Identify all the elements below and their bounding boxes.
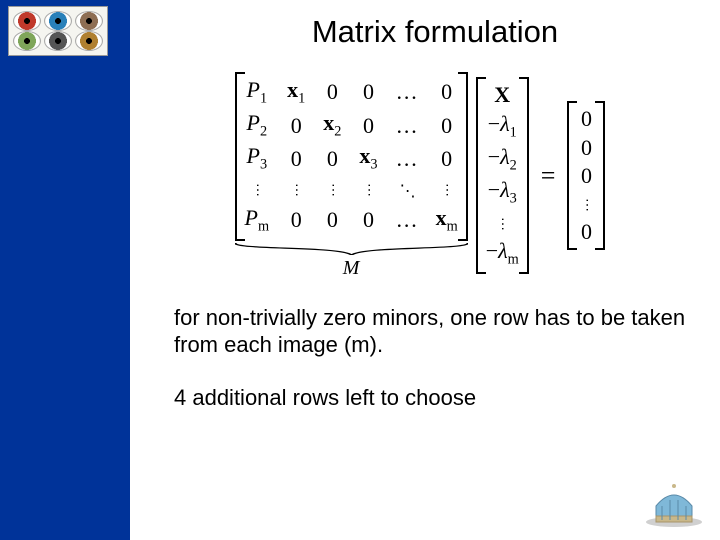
matrix-cell: −λ1 [488, 112, 517, 141]
matrix-cell: 0 [287, 114, 305, 138]
matrix-cell: 0 [287, 208, 305, 232]
matrix-cell: 0 [438, 147, 456, 171]
matrix-cell: 0 [323, 80, 341, 104]
matrix-cell: 0 [577, 164, 595, 188]
matrix-cell: 0 [323, 208, 341, 232]
matrix-cell: 0 [360, 80, 378, 104]
matrix-cell: ⋯ [360, 177, 378, 201]
matrix-cell: … [396, 208, 418, 232]
matrix-cell: 0 [577, 136, 595, 160]
matrix-cell: 0 [438, 80, 456, 104]
equals-sign: = [537, 161, 560, 191]
matrix-cell: P1 [247, 78, 268, 107]
matrix-cell: xm [436, 206, 458, 235]
matrix-cell: x1 [287, 78, 305, 107]
matrix-cell: … [396, 114, 418, 138]
matrix-cell: 0 [287, 147, 305, 171]
matrix-cell: ⋯ [323, 177, 341, 201]
matrix-cell: P3 [247, 144, 268, 173]
paragraph-additional-rows: 4 additional rows left to choose [154, 385, 696, 411]
matrix-cell: ⋱ [398, 177, 416, 201]
slide-title: Matrix formulation [154, 14, 696, 50]
matrix-cell: 0 [360, 208, 378, 232]
matrix-cell: −λ3 [488, 178, 517, 207]
matrix-cell: ⋯ [577, 192, 595, 216]
matrix-cell: ⋯ [438, 177, 456, 201]
matrix-cell: X [493, 83, 511, 107]
iris-eyes-logo [8, 6, 108, 56]
matrix-cell: ⋯ [493, 211, 511, 235]
matrix-cell: 0 [577, 107, 595, 131]
matrix-cell: 0 [577, 220, 595, 244]
slide-content: Matrix formulation P1x100…0P20x20…0P300x… [130, 0, 720, 540]
matrix-cell: ⋯ [287, 177, 305, 201]
underbrace-label: M [343, 257, 360, 280]
matrix-cell: ⋯ [248, 177, 266, 201]
matrix-cell: … [396, 80, 418, 104]
underbrace-M: M [235, 243, 468, 280]
matrix-M: P1x100…0P20x20…0P300x3…0⋯⋯⋯⋯⋱⋯Pm000…xm [235, 72, 468, 241]
matrix-cell: 0 [360, 114, 378, 138]
matrix-equation: P1x100…0P20x20…0P300x3…0⋯⋯⋯⋯⋱⋯Pm000…xm M… [154, 72, 696, 280]
matrix-cell: 0 [323, 147, 341, 171]
matrix-cell: … [396, 147, 418, 171]
vector-unknowns: X −λ1 −λ2 −λ3 ⋯ −λm [476, 77, 529, 274]
sidebar [0, 0, 130, 540]
matrix-cell: −λ2 [488, 145, 517, 174]
matrix-cell: Pm [245, 206, 270, 235]
matrix-cell: −λm [486, 239, 519, 268]
matrix-cell: x3 [359, 144, 377, 173]
matrix-cell: 0 [438, 114, 456, 138]
vector-zero: 0 0 0 ⋯ 0 [567, 101, 605, 250]
dome-building-icon [642, 476, 706, 528]
matrix-cell: P2 [247, 111, 268, 140]
paragraph-minors: for non-trivially zero minors, one row h… [154, 304, 696, 359]
matrix-cell: x2 [323, 111, 341, 140]
